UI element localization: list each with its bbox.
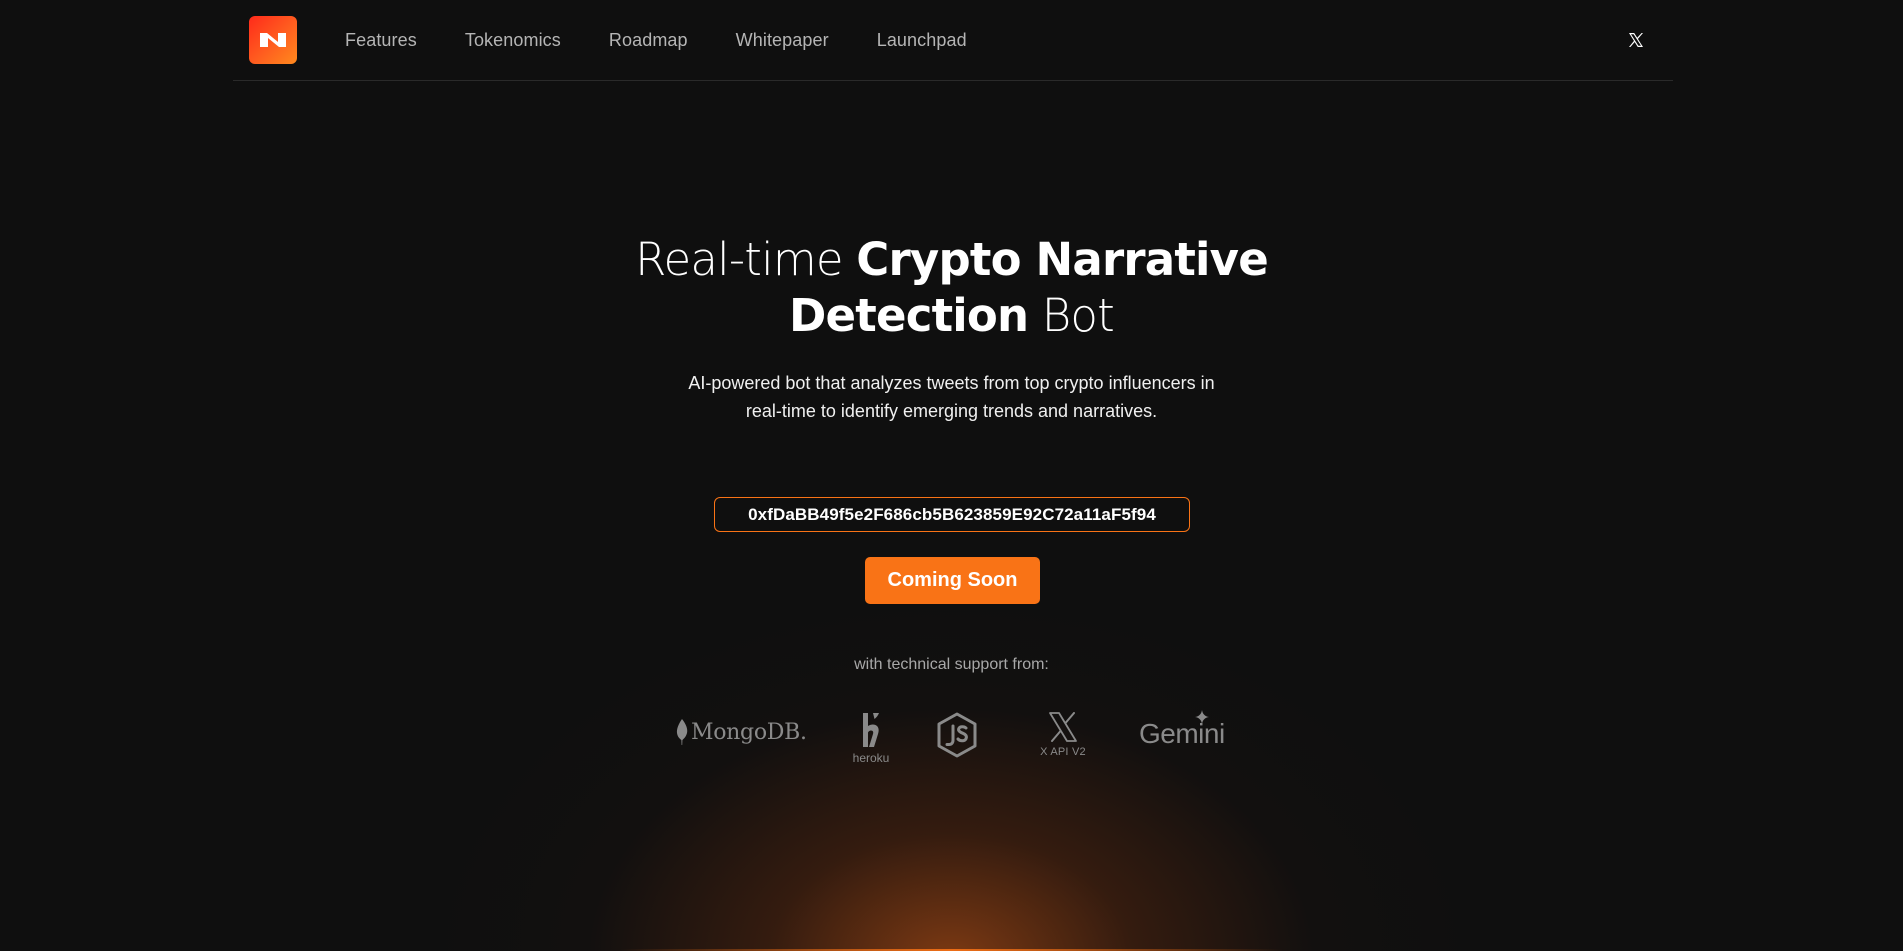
gemini-wordmark: Gemini xyxy=(1139,718,1225,749)
hero-subtitle-line1: AI-powered bot that analyzes tweets from… xyxy=(688,373,1215,393)
mongodb-leaf-icon xyxy=(676,719,688,745)
gemini-sparkle-icon xyxy=(1194,710,1209,724)
nav-link-launchpad[interactable]: Launchpad xyxy=(877,30,967,51)
heroku-icon xyxy=(863,713,879,747)
nav-link-tokenomics[interactable]: Tokenomics xyxy=(465,30,561,51)
x-api-icon xyxy=(1049,712,1077,742)
hero-title: Real-time Crypto Narrative Detection Bot xyxy=(0,232,1903,344)
nodejs-logo xyxy=(936,712,978,763)
coming-soon-button[interactable]: Coming Soon xyxy=(865,557,1040,604)
x-api-logo: X API V2 xyxy=(1037,712,1089,758)
hero-subtitle-line2: real-time to identify emerging trends an… xyxy=(745,401,1158,421)
nodejs-icon xyxy=(937,712,977,758)
hero-title-part1: Real-time xyxy=(635,233,857,286)
x-social-link[interactable] xyxy=(1624,28,1648,52)
gemini-logo: Gemini xyxy=(1139,710,1225,750)
heroku-logo: heroku xyxy=(850,712,892,765)
nav-link-features[interactable]: Features xyxy=(345,30,417,51)
mongodb-logo: MongoDB. xyxy=(675,718,807,746)
n-logo-icon xyxy=(260,33,286,47)
site-header: Features Tokenomics Roadmap Whitepaper L… xyxy=(233,0,1673,81)
main-nav: Features Tokenomics Roadmap Whitepaper L… xyxy=(345,0,1015,80)
hero-subtitle: AI-powered bot that analyzes tweets from… xyxy=(0,369,1903,425)
landing-page: Features Tokenomics Roadmap Whitepaper L… xyxy=(0,0,1903,951)
nav-link-whitepaper[interactable]: Whitepaper xyxy=(736,30,829,51)
heroku-wordmark: heroku xyxy=(852,751,890,765)
contract-address[interactable]: 0xfDaBB49f5e2F686cb5B623859E92C72a11aF5f… xyxy=(714,497,1190,532)
x-icon xyxy=(1629,33,1643,47)
nav-link-roadmap[interactable]: Roadmap xyxy=(609,30,688,51)
hero-title-bold2: Detection xyxy=(788,289,1029,342)
hero-title-bold1: Crypto Narrative xyxy=(856,233,1268,286)
x-api-label: X API V2 xyxy=(1040,746,1086,758)
support-label: with technical support from: xyxy=(854,656,1049,673)
hero-title-part2: Bot xyxy=(1028,289,1115,342)
logo-icon[interactable] xyxy=(249,16,297,64)
mongodb-wordmark: MongoDB. xyxy=(691,719,807,745)
